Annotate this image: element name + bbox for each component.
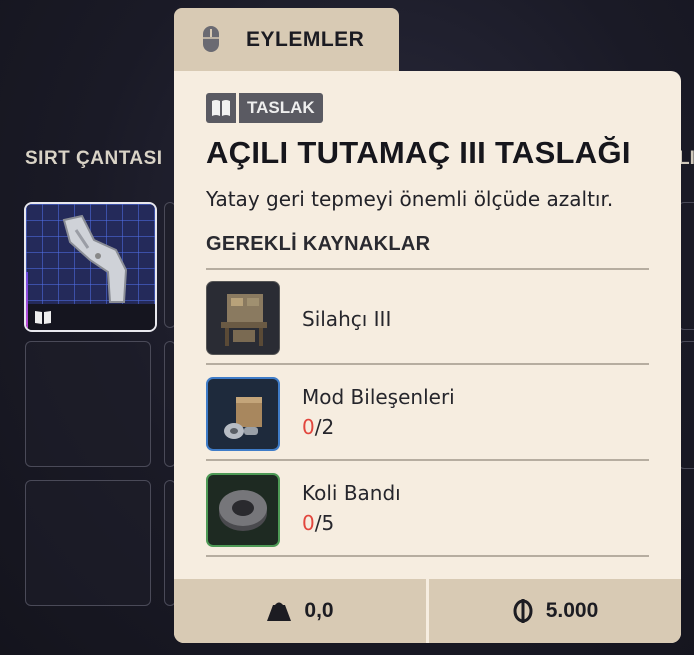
weight-value: 0,0 (304, 599, 334, 622)
inventory-slot-selected[interactable] (24, 202, 157, 332)
inventory-slot[interactable] (25, 341, 151, 467)
blueprint-tag: TASLAK (206, 93, 323, 123)
item-detail-card: TASLAK AÇILI TUTAMAÇ III TASLAĞI Yatay g… (174, 71, 681, 643)
backpack-title: SIRT ÇANTASI (25, 148, 163, 169)
requirement-row: Silahçı III (206, 269, 649, 363)
angled-grip-item-icon (62, 214, 128, 303)
item-title: AÇILI TUTAMAÇ III TASLAĞI (206, 135, 631, 170)
requirement-count: 0/2 (302, 415, 334, 439)
requirement-have: 0 (302, 511, 315, 535)
requirement-name: Silahçı III (302, 307, 392, 331)
coin-icon (513, 599, 533, 623)
requirement-row: Koli Bandı 0/5 (206, 461, 649, 555)
mouse-icon (203, 26, 219, 52)
divider (206, 555, 649, 557)
requirement-count: 0/5 (302, 511, 334, 535)
workbench-icon (206, 281, 280, 355)
actions-tab[interactable]: EYLEMLER (174, 8, 399, 78)
weight-icon (267, 602, 292, 621)
duct-tape-icon (206, 473, 280, 547)
requirement-have: 0 (302, 415, 315, 439)
weight-stat: 0,0 (174, 579, 426, 643)
blueprint-book-icon (35, 311, 51, 324)
requirement-name: Koli Bandı (302, 481, 401, 505)
blueprint-tag-label: TASLAK (239, 93, 323, 123)
price-stat: 5.000 (426, 579, 681, 643)
item-footer: 0,0 5.000 (174, 579, 681, 643)
requirement-name: Mod Bileşenleri (302, 385, 455, 409)
requirements-heading: GEREKLİ KAYNAKLAR (206, 233, 431, 255)
mod-components-icon (206, 377, 280, 451)
requirement-row: Mod Bileşenleri 0/2 (206, 365, 649, 459)
item-description: Yatay geri tepmeyi önemli ölçüde azaltır… (206, 187, 614, 211)
book-icon (212, 100, 230, 116)
actions-tab-label: EYLEMLER (246, 28, 365, 51)
requirement-need: /2 (314, 415, 335, 439)
price-value: 5.000 (545, 599, 599, 622)
inventory-slot[interactable] (25, 480, 151, 606)
requirement-need: /5 (314, 511, 335, 535)
